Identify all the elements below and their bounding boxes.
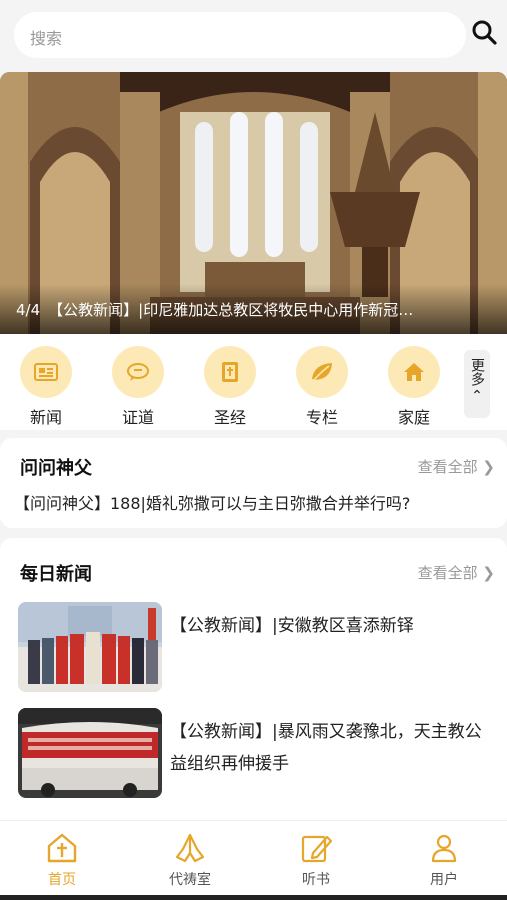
news-thumbnail <box>18 602 162 692</box>
see-all-link[interactable]: 查看全部 ❯ <box>418 456 495 477</box>
tab-home[interactable]: 首页 <box>22 831 102 889</box>
chevron-up-icon: ⌃ <box>471 388 483 404</box>
tab-label: 听书 <box>302 872 330 888</box>
more-button[interactable]: 更多 ⌃ <box>464 350 490 418</box>
ask-father-question[interactable]: 【问问神父】188|婚礼弥撒可以与主日弥撒合并举行吗? <box>14 490 410 514</box>
search-placeholder: 搜索 <box>30 29 63 48</box>
bottom-tab-bar: 首页 代祷室 听书 用户 <box>0 820 507 900</box>
newspaper-icon <box>20 346 72 398</box>
search-icon[interactable] <box>470 18 500 50</box>
praying-hands-icon <box>175 833 205 863</box>
news-title: 【公教新闻】|暴风雨又袭豫北，天主教公益组织再伸援手 <box>170 722 482 774</box>
category-label: 专栏 <box>305 408 338 427</box>
see-all-link[interactable]: 查看全部 ❯ <box>418 562 495 583</box>
category-label: 证道 <box>121 408 154 427</box>
tab-prayer-room[interactable]: 代祷室 <box>150 831 230 889</box>
category-news[interactable]: 新闻 <box>18 346 74 428</box>
see-all-label: 查看全部 <box>417 564 478 582</box>
church-home-icon <box>47 833 77 863</box>
speech-bubble-icon <box>112 346 164 398</box>
news-thumbnail <box>18 708 162 798</box>
news-item[interactable]: 【公教新闻】|安徽教区喜添新铎 <box>18 602 493 694</box>
chevron-right-icon: ❯ <box>477 564 495 582</box>
more-label: 更多 <box>469 358 485 386</box>
banner-carousel[interactable]: 4/4 【公教新闻】|印尼雅加达总教区将牧民中心用作新冠… <box>0 72 507 334</box>
tab-label: 用户 <box>430 872 458 888</box>
tab-user[interactable]: 用户 <box>404 831 484 889</box>
search-bar: 搜索 <box>0 0 507 70</box>
chevron-right-icon: ❯ <box>477 458 495 476</box>
category-label: 新闻 <box>29 408 62 427</box>
category-label: 圣经 <box>213 408 246 427</box>
section-title: 每日新闻 <box>20 564 92 585</box>
tab-label: 首页 <box>48 872 76 888</box>
category-family[interactable]: 家庭 <box>386 346 442 428</box>
section-title: 问问神父 <box>20 458 92 479</box>
daily-news-card: 每日新闻 查看全部 ❯ 【公教新闻】|安徽教区喜添新铎 【公教新闻】|暴风雨又袭… <box>0 538 507 828</box>
see-all-label: 查看全部 <box>417 458 478 476</box>
home-icon <box>388 346 440 398</box>
tab-audiobook[interactable]: 听书 <box>276 831 356 889</box>
category-sermon[interactable]: 证道 <box>110 346 166 428</box>
category-row: 新闻 证道 圣经 专栏 家庭 更多 ⌃ <box>0 334 507 430</box>
category-bible[interactable]: 圣经 <box>202 346 258 428</box>
category-label: 家庭 <box>397 408 430 427</box>
ask-father-card: 问问神父 查看全部 ❯ 【问问神父】188|婚礼弥撒可以与主日弥撒合并举行吗? <box>0 438 507 528</box>
tab-label: 代祷室 <box>169 872 211 888</box>
banner-title: 【公教新闻】|印尼雅加达总教区将牧民中心用作新冠… <box>48 301 414 319</box>
banner-index: 4/4 <box>16 301 41 319</box>
category-column[interactable]: 专栏 <box>294 346 350 428</box>
home-indicator <box>0 895 507 900</box>
news-item[interactable]: 【公教新闻】|暴风雨又袭豫北，天主教公益组织再伸援手 <box>18 708 493 800</box>
edit-book-icon <box>301 835 333 863</box>
search-input[interactable]: 搜索 <box>14 12 466 58</box>
leaf-icon <box>296 346 348 398</box>
banner-caption[interactable]: 4/4 【公教新闻】|印尼雅加达总教区将牧民中心用作新冠… <box>16 299 494 320</box>
user-icon <box>431 834 457 863</box>
bible-icon <box>204 346 256 398</box>
news-title: 【公教新闻】|安徽教区喜添新铎 <box>170 616 414 636</box>
